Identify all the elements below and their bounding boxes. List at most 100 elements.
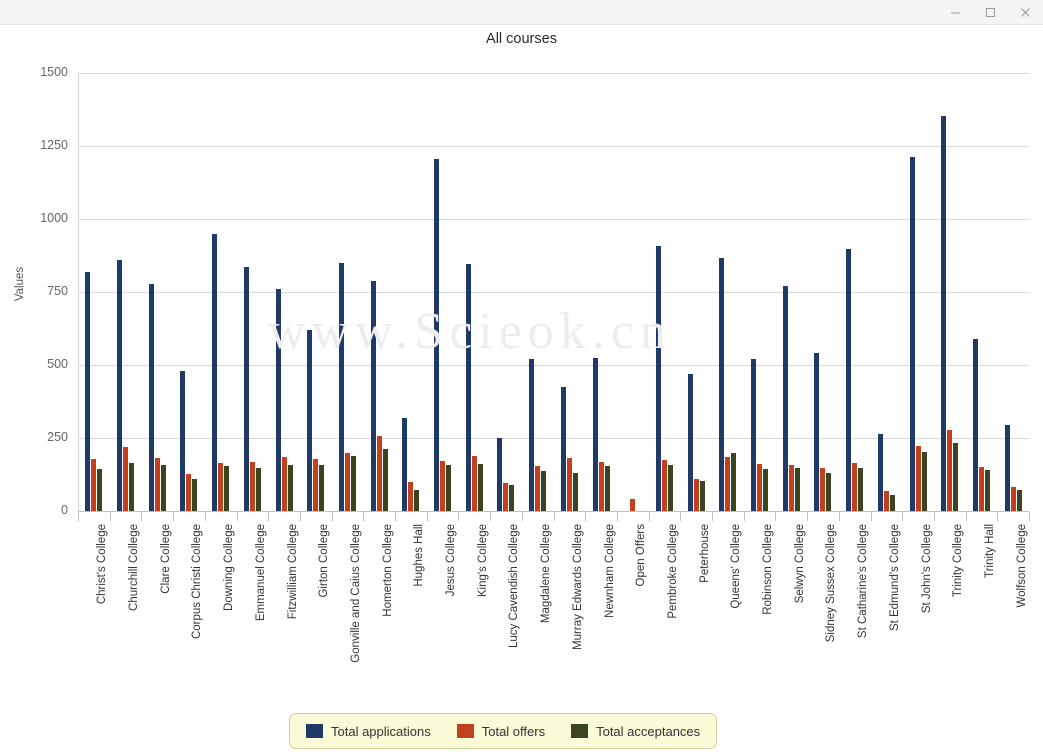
bar[interactable] — [477, 464, 483, 511]
bar-group — [719, 73, 737, 511]
legend-item-offers[interactable]: Total offers — [456, 724, 545, 739]
x-tickmark — [680, 512, 682, 521]
bar[interactable] — [446, 465, 452, 511]
bar[interactable] — [154, 458, 160, 511]
bar[interactable] — [757, 464, 763, 511]
bar[interactable] — [503, 482, 509, 511]
bar[interactable] — [224, 466, 230, 511]
bar[interactable] — [255, 468, 261, 511]
bar[interactable] — [788, 465, 794, 511]
bar[interactable] — [725, 457, 731, 511]
bar[interactable] — [978, 466, 984, 511]
bar[interactable] — [731, 452, 737, 511]
bar[interactable] — [667, 465, 673, 511]
bar[interactable] — [852, 463, 858, 511]
bar[interactable] — [307, 329, 313, 511]
plot-container: Values 0 250 500 750 1000 1250 1500 Christ's C… — [0, 0, 1043, 700]
bar[interactable] — [687, 374, 693, 511]
bar[interactable] — [846, 248, 852, 511]
bar[interactable] — [947, 429, 953, 511]
bar[interactable] — [699, 481, 705, 511]
bar[interactable] — [319, 464, 325, 511]
bar[interactable] — [382, 449, 388, 511]
bar[interactable] — [598, 461, 604, 511]
bar[interactable] — [858, 468, 864, 511]
bar[interactable] — [160, 464, 166, 511]
bar[interactable] — [414, 489, 420, 511]
bar[interactable] — [370, 281, 376, 511]
bar[interactable] — [592, 357, 598, 511]
bar[interactable] — [180, 370, 186, 511]
bar[interactable] — [129, 463, 135, 511]
bar[interactable] — [192, 479, 198, 511]
bar[interactable] — [85, 272, 91, 511]
bar[interactable] — [921, 452, 927, 511]
bar[interactable] — [497, 438, 503, 511]
bar[interactable] — [376, 436, 382, 511]
bar[interactable] — [344, 453, 350, 511]
bar[interactable] — [889, 494, 895, 511]
bar[interactable] — [915, 446, 921, 511]
bar[interactable] — [820, 468, 826, 511]
legend-item-acceptances[interactable]: Total acceptances — [571, 724, 700, 739]
bar[interactable] — [123, 447, 129, 511]
bar[interactable] — [117, 259, 123, 511]
bar[interactable] — [402, 418, 408, 511]
bar[interactable] — [350, 455, 356, 511]
bar[interactable] — [408, 482, 414, 511]
bar[interactable] — [763, 468, 769, 511]
bar[interactable] — [909, 156, 915, 511]
bar[interactable] — [1016, 489, 1022, 511]
bar[interactable] — [338, 263, 344, 511]
x-tickmark — [363, 512, 365, 521]
bar[interactable] — [693, 478, 699, 511]
bar[interactable] — [313, 458, 319, 511]
bar[interactable] — [572, 473, 578, 511]
bar[interactable] — [826, 472, 832, 511]
bar[interactable] — [984, 469, 990, 511]
legend-item-applications[interactable]: Total applications — [306, 724, 431, 739]
bar[interactable] — [243, 266, 249, 511]
bar[interactable] — [471, 456, 477, 511]
legend-swatch-applications — [306, 724, 323, 738]
bar[interactable] — [212, 233, 218, 511]
bar[interactable] — [630, 499, 636, 511]
bar[interactable] — [535, 466, 541, 511]
bar[interactable] — [541, 471, 547, 511]
bar[interactable] — [719, 258, 725, 511]
bar[interactable] — [604, 465, 610, 511]
bar[interactable] — [509, 485, 515, 511]
bar[interactable] — [440, 461, 446, 511]
legend-swatch-offers — [456, 724, 474, 738]
x-tick-label: Wolfson College — [1015, 524, 1028, 608]
bar[interactable] — [661, 460, 667, 511]
bar-group — [687, 73, 705, 511]
x-tick-label: Pembroke College — [666, 524, 679, 619]
bar[interactable] — [218, 463, 224, 511]
bar[interactable] — [97, 468, 103, 511]
bar[interactable] — [91, 459, 97, 511]
bar[interactable] — [1004, 424, 1010, 511]
bar[interactable] — [249, 461, 255, 511]
bar[interactable] — [883, 490, 889, 511]
bar[interactable] — [782, 285, 788, 511]
bar[interactable] — [148, 284, 154, 511]
bar[interactable] — [972, 338, 978, 511]
bar[interactable] — [751, 359, 757, 511]
bar[interactable] — [941, 116, 947, 511]
bar[interactable] — [814, 353, 820, 511]
bar[interactable] — [560, 387, 566, 511]
bar[interactable] — [1010, 486, 1016, 511]
bar[interactable] — [953, 442, 959, 511]
bar[interactable] — [186, 473, 192, 511]
bar[interactable] — [529, 359, 535, 511]
bar[interactable] — [655, 245, 661, 511]
bar[interactable] — [287, 465, 293, 511]
bar[interactable] — [465, 264, 471, 511]
bar[interactable] — [275, 289, 281, 511]
bar[interactable] — [794, 467, 800, 511]
bar[interactable] — [566, 457, 572, 511]
bar[interactable] — [877, 433, 883, 511]
bar[interactable] — [281, 456, 287, 511]
bar[interactable] — [434, 159, 440, 511]
